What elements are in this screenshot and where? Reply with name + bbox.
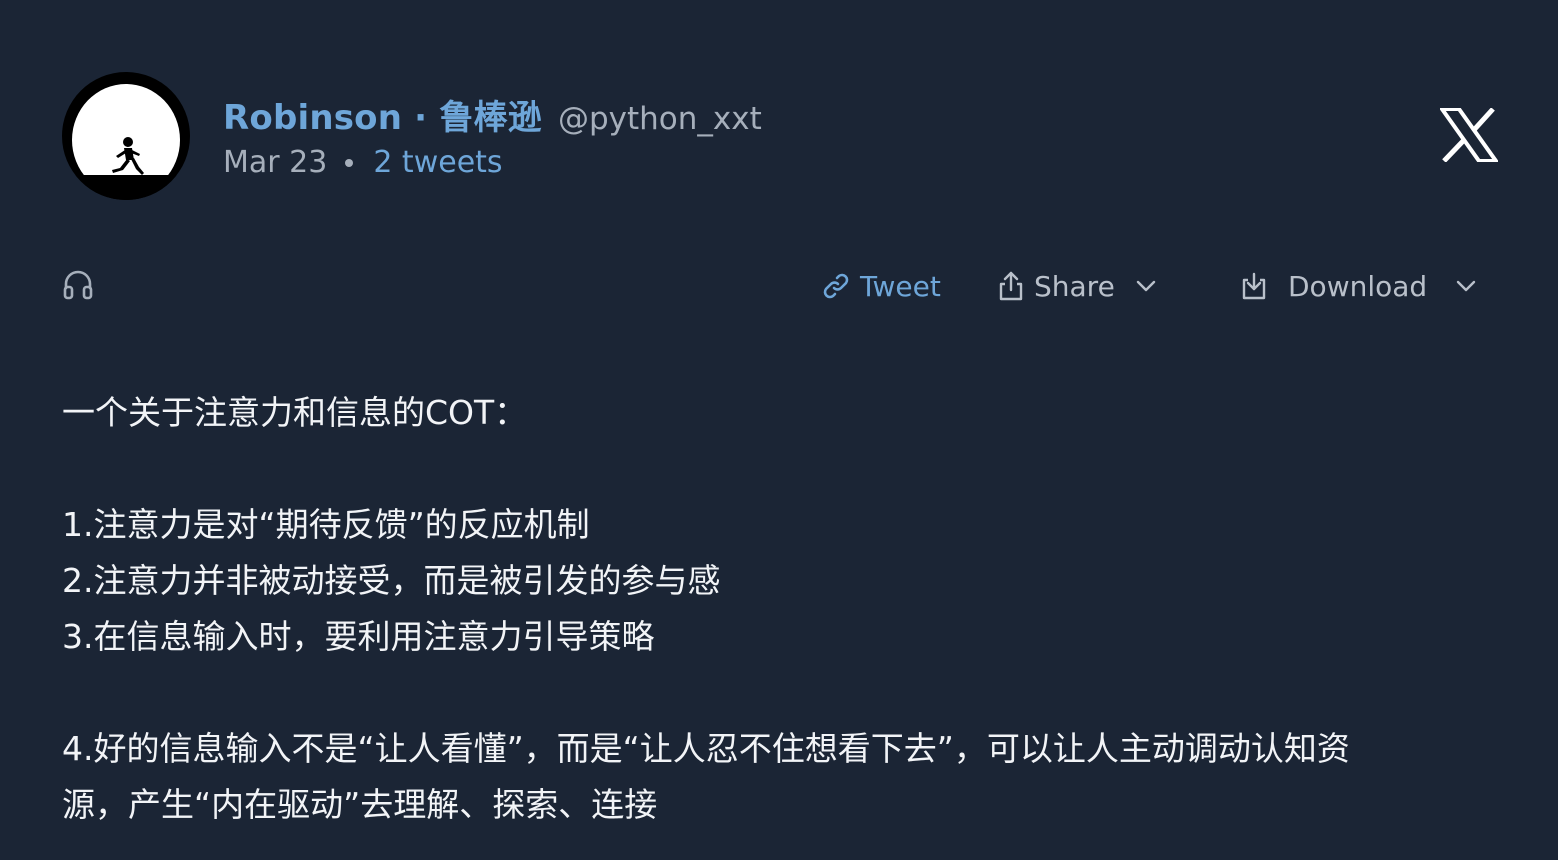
author-line: Robinson · 鲁棒逊 @python_xxt (223, 90, 762, 138)
download-icon (1240, 271, 1268, 301)
post-date: Mar 23 (223, 145, 328, 180)
headphones-icon[interactable] (62, 268, 94, 304)
chevron-down-icon[interactable] (1135, 279, 1157, 293)
separator-dot (345, 158, 354, 167)
tweet-line: 4.好的信息输入不是“让人看懂”，而是“让人忍不住想看下去”，可以让人主动调动认… (62, 729, 1350, 768)
share-icon (996, 270, 1026, 302)
tweet-line: 2.注意力并非被动接受，而是被引发的参与感 (62, 561, 721, 600)
tweets-count-link[interactable]: 2 tweets (373, 145, 502, 180)
tweet-button[interactable]: Tweet (820, 266, 941, 306)
share-label: Share (1034, 269, 1115, 303)
author-handle[interactable]: @python_xxt (558, 101, 762, 137)
avatar[interactable] (62, 72, 190, 200)
download-label: Download (1288, 269, 1428, 303)
author-display-name[interactable]: Robinson · 鲁棒逊 (223, 90, 542, 139)
link-icon (820, 270, 852, 302)
download-button[interactable]: Download (1240, 266, 1477, 306)
tweet-line: 3.在信息输入时，要利用注意力引导策略 (62, 617, 655, 656)
tweet-card: Robinson · 鲁棒逊 @python_xxt Mar 23 2 twee… (0, 0, 1558, 860)
tweet-line: 源，产生“内在驱动”去理解、探索、连接 (62, 785, 658, 824)
chevron-down-icon[interactable] (1455, 279, 1477, 293)
tweet-body: 一个关于注意力和信息的COT： 1.注意力是对“期待反馈”的反应机制 2.注意力… (62, 385, 1462, 833)
tweet-line: 一个关于注意力和信息的COT： (62, 393, 528, 432)
tweet-line: 1.注意力是对“期待反馈”的反应机制 (62, 505, 590, 544)
meta-line: Mar 23 2 tweets (223, 145, 503, 180)
share-button[interactable]: Share (996, 266, 1157, 306)
tweet-label: Tweet (860, 269, 941, 303)
running-child-icon (112, 137, 144, 175)
x-logo-icon[interactable] (1438, 107, 1500, 166)
